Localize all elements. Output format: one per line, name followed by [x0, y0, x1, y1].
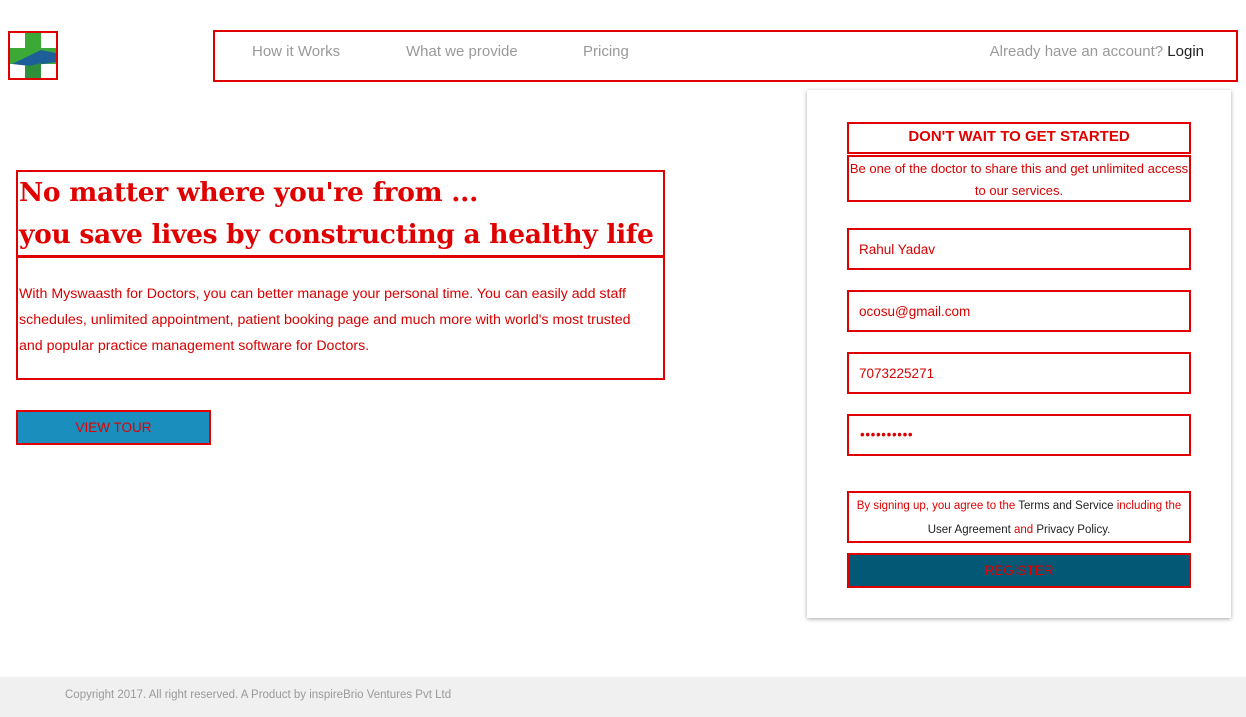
register-button[interactable]: REGISTER: [847, 553, 1191, 588]
hero-title-line-1: No matter where you're from ...: [19, 177, 479, 208]
name-input[interactable]: [849, 230, 1189, 268]
phone-field[interactable]: [847, 352, 1191, 394]
account-prompt: Already have an account? Login: [990, 43, 1204, 60]
hero-title: No matter where you're from ... you save…: [16, 170, 665, 258]
privacy-policy-link[interactable]: Privacy Policy.: [1036, 524, 1110, 536]
login-link[interactable]: Login: [1167, 43, 1204, 60]
logo[interactable]: [8, 31, 58, 80]
signup-heading: DON'T WAIT TO GET STARTED: [847, 122, 1191, 154]
terms-of-service-link[interactable]: Terms and Service: [1018, 500, 1113, 512]
name-field[interactable]: [847, 228, 1191, 270]
nav-pricing[interactable]: Pricing: [583, 43, 629, 60]
top-navigation: How it Works What we provide Pricing Alr…: [213, 30, 1238, 82]
account-prompt-text: Already have an account?: [989, 43, 1164, 60]
medical-cross-logo-icon: [10, 33, 56, 78]
password-field[interactable]: ••••••••••: [847, 414, 1191, 456]
signup-card: DON'T WAIT TO GET STARTED Be one of the …: [807, 90, 1231, 618]
terms-notice: By signing up, you agree to the Terms an…: [847, 491, 1191, 543]
terms-text-3: and: [1010, 524, 1037, 536]
nav-how-it-works[interactable]: How it Works: [252, 43, 340, 60]
email-field[interactable]: [847, 290, 1191, 332]
hero-title-line-2: you save lives by constructing a healthy…: [19, 219, 654, 250]
terms-text-2: including the: [1113, 500, 1182, 512]
password-mask[interactable]: ••••••••••: [860, 416, 913, 454]
signup-subheading: Be one of the doctor to share this and g…: [847, 155, 1191, 202]
view-tour-button[interactable]: VIEW TOUR: [16, 410, 211, 445]
hero-description: With Myswaasth for Doctors, you can bett…: [16, 257, 665, 380]
nav-what-we-provide[interactable]: What we provide: [406, 43, 518, 60]
user-agreement-link[interactable]: User Agreement: [928, 524, 1011, 536]
email-input[interactable]: [849, 292, 1189, 330]
copyright-text: Copyright 2017. All right reserved. A Pr…: [65, 689, 452, 701]
footer: Copyright 2017. All right reserved. A Pr…: [0, 677, 1246, 717]
terms-text-1: By signing up, you agree to the: [856, 500, 1019, 512]
phone-input[interactable]: [849, 354, 1189, 392]
